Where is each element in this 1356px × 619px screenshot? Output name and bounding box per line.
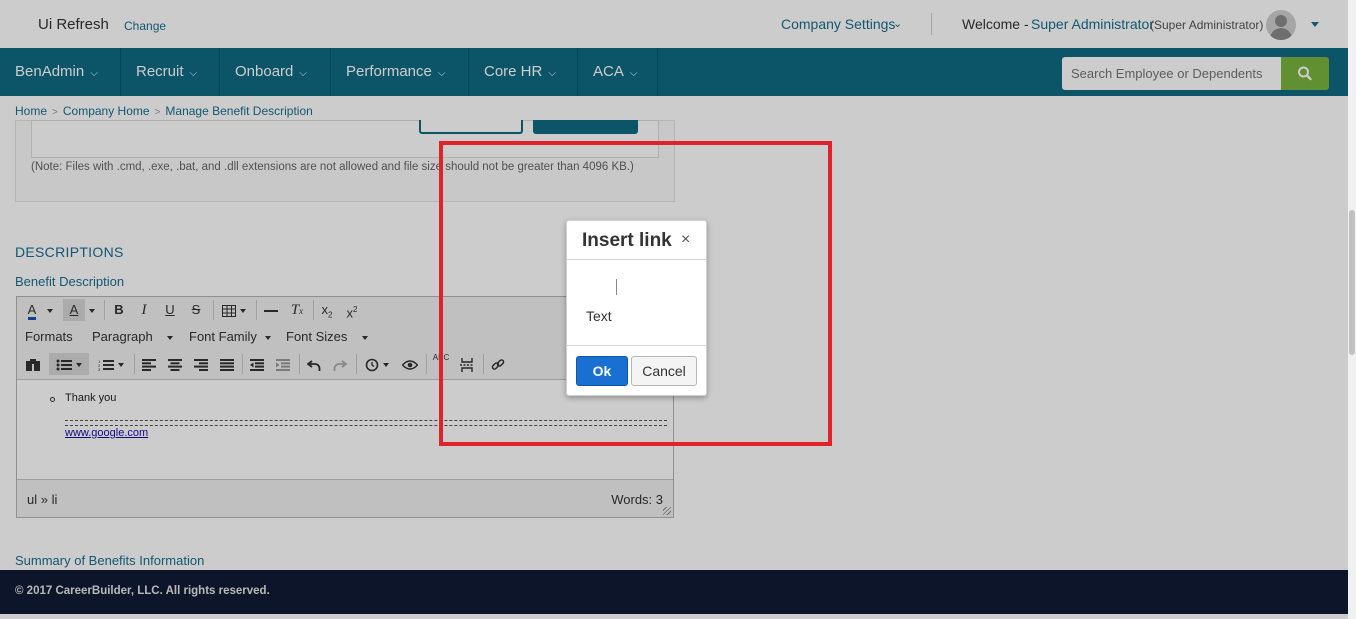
insert-link-dialog: Insert link × Text Ok Cancel <box>566 220 707 396</box>
close-icon[interactable]: × <box>681 231 690 249</box>
scrollbar-thumb[interactable] <box>1349 210 1355 355</box>
text-field-label: Text <box>586 308 612 324</box>
dialog-title: Insert link <box>582 230 672 251</box>
dialog-footer-divider <box>567 345 706 346</box>
ok-button[interactable]: Ok <box>576 356 628 386</box>
dialog-header-divider <box>567 259 706 260</box>
cancel-button[interactable]: Cancel <box>631 356 697 386</box>
text-cursor <box>616 279 617 295</box>
